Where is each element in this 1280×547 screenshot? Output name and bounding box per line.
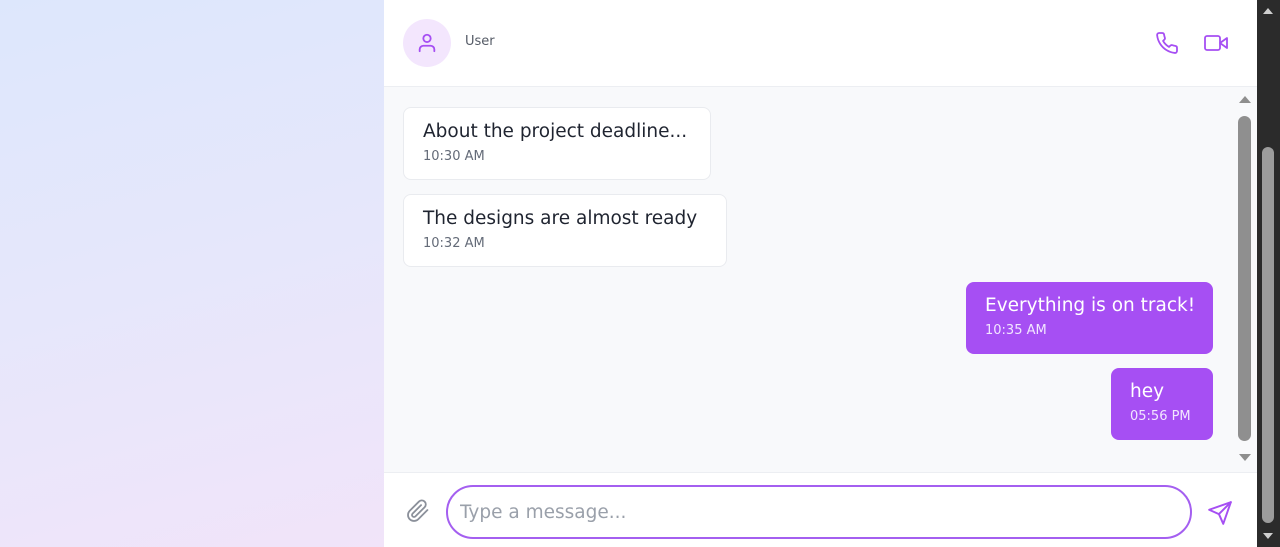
contact-name: User: [465, 34, 495, 49]
avatar[interactable]: [403, 19, 451, 67]
message-incoming: About the project deadline... 10:30 AM: [403, 107, 711, 180]
message-text: About the project deadline...: [423, 121, 688, 142]
scroll-up-arrow-icon[interactable]: [1263, 8, 1273, 14]
message-outgoing: hey 05:56 PM: [1111, 368, 1213, 440]
message-time: 10:32 AM: [423, 236, 485, 251]
scroll-down-arrow-icon[interactable]: [1239, 454, 1251, 461]
scrollbar-thumb[interactable]: [1238, 116, 1251, 441]
message-text: The designs are almost ready: [423, 208, 698, 229]
window-scrollbar[interactable]: [1257, 0, 1280, 547]
chat-panel: User About the project deadline... 10:30…: [384, 0, 1257, 547]
phone-icon: [1156, 32, 1178, 54]
video-camera-icon: [1204, 35, 1228, 51]
message-list-scrollbar[interactable]: [1234, 92, 1256, 466]
message-input[interactable]: [446, 485, 1192, 539]
chat-header: User: [384, 0, 1257, 87]
message-time: 05:56 PM: [1130, 409, 1191, 424]
message-outgoing: Everything is on track! 10:35 AM: [966, 282, 1213, 354]
send-button[interactable]: [1207, 500, 1233, 526]
window-scrollbar-thumb[interactable]: [1262, 147, 1274, 523]
message-text: Everything is on track!: [985, 295, 1196, 316]
paperclip-icon: [407, 499, 429, 522]
video-call-button[interactable]: [1204, 31, 1228, 55]
message-composer: [384, 472, 1257, 547]
user-icon: [418, 33, 436, 53]
attach-button[interactable]: [406, 499, 430, 523]
send-icon: [1208, 501, 1232, 525]
message-list[interactable]: About the project deadline... 10:30 AM T…: [384, 87, 1234, 472]
message-time: 10:30 AM: [423, 149, 485, 164]
message-time: 10:35 AM: [985, 323, 1047, 338]
left-panel: [0, 0, 384, 547]
scroll-down-arrow-icon[interactable]: [1263, 533, 1273, 539]
voice-call-button[interactable]: [1155, 31, 1179, 55]
scroll-up-arrow-icon[interactable]: [1239, 96, 1251, 103]
message-incoming: The designs are almost ready 10:32 AM: [403, 194, 727, 267]
message-text: hey: [1130, 381, 1165, 402]
